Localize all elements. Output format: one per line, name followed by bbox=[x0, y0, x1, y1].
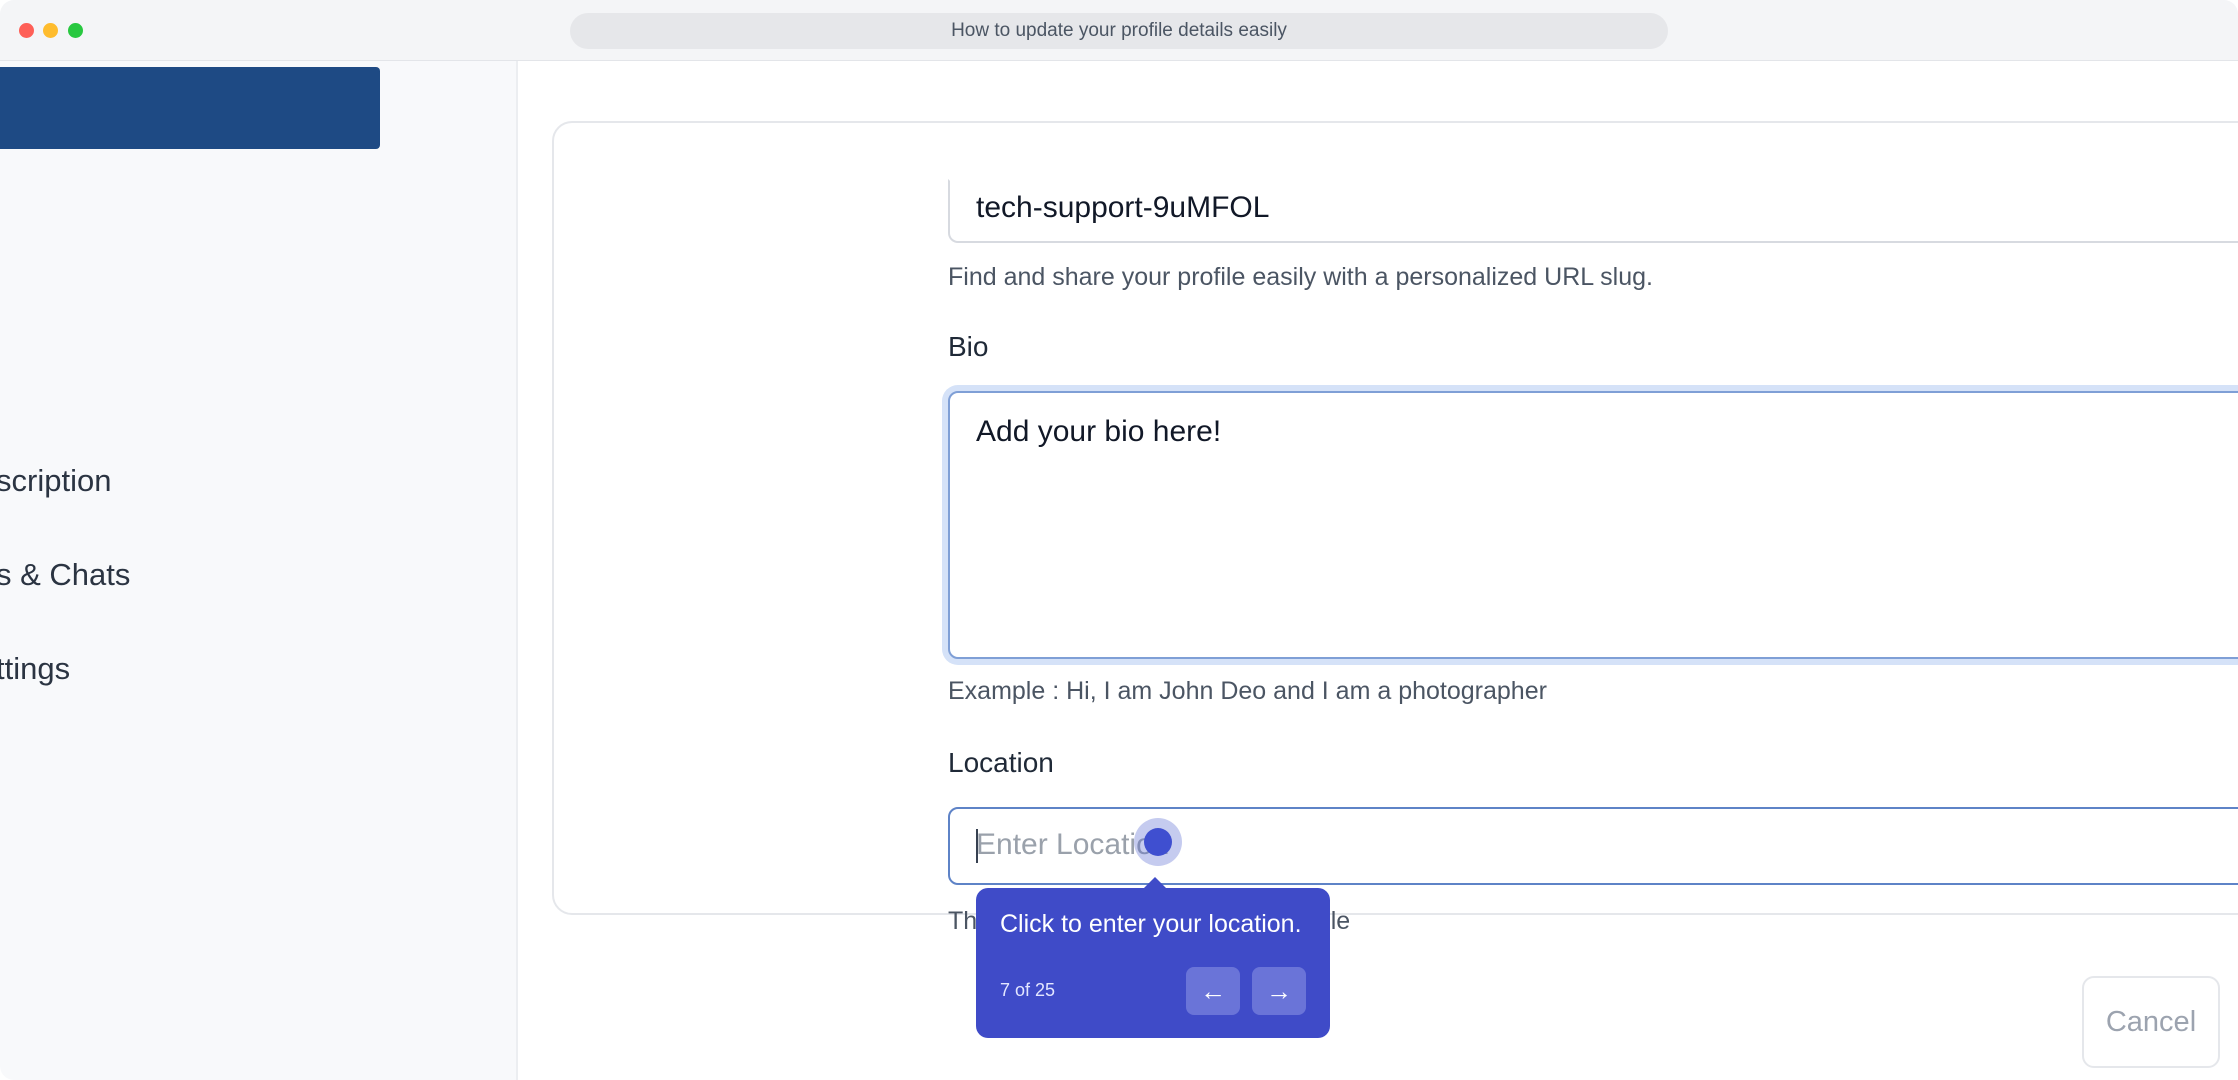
sidebar-item-settings[interactable]: ttings bbox=[0, 651, 70, 687]
tour-tooltip: Click to enter your location. 7 of 25 ← … bbox=[976, 877, 1330, 1038]
bio-help-text: Example : Hi, I am John Deo and I am a p… bbox=[948, 677, 1547, 705]
sidebar: scription s & Chats ttings bbox=[0, 61, 518, 1080]
sidebar-item-subscription[interactable]: scription bbox=[0, 463, 111, 499]
bio-text: Add your bio here! bbox=[976, 415, 1222, 448]
bio-label: Bio bbox=[948, 331, 989, 362]
location-label: Location bbox=[948, 747, 1054, 778]
location-help-start: Th bbox=[948, 907, 978, 935]
tour-next-button[interactable]: → bbox=[1252, 967, 1306, 1015]
slug-help-text: Find and share your profile easily with … bbox=[948, 263, 1653, 291]
address-bar[interactable]: How to update your profile details easil… bbox=[570, 13, 1668, 49]
arrow-left-icon: ← bbox=[1200, 976, 1226, 1006]
main-content: tech-support-9uMFOL Find and share your … bbox=[520, 61, 2238, 1080]
maximize-window-button[interactable] bbox=[68, 23, 83, 38]
text-caret bbox=[976, 829, 978, 863]
tour-message: Click to enter your location. bbox=[1000, 910, 1302, 938]
tour-hotspot[interactable] bbox=[1134, 818, 1182, 866]
sidebar-active-banner[interactable] bbox=[0, 67, 380, 149]
arrow-right-icon: → bbox=[1266, 976, 1292, 1006]
tour-hotspot-dot bbox=[1144, 828, 1172, 856]
app-window: How to update your profile details easil… bbox=[0, 0, 2238, 1080]
profile-form-card: tech-support-9uMFOL Find and share your … bbox=[552, 121, 2238, 1038]
profile-slug-input[interactable]: tech-support-9uMFOL bbox=[948, 179, 2238, 243]
bio-textarea[interactable]: Add your bio here! bbox=[948, 391, 2238, 659]
cancel-button[interactable]: Cancel bbox=[2082, 976, 2220, 1068]
minimize-window-button[interactable] bbox=[43, 23, 58, 38]
title-bar: How to update your profile details easil… bbox=[0, 0, 2238, 61]
close-window-button[interactable] bbox=[19, 23, 34, 38]
tour-prev-button[interactable]: ← bbox=[1186, 967, 1240, 1015]
tour-step-counter: 7 of 25 bbox=[1000, 980, 1056, 1000]
sidebar-item-messages-chats[interactable]: s & Chats bbox=[0, 557, 130, 593]
